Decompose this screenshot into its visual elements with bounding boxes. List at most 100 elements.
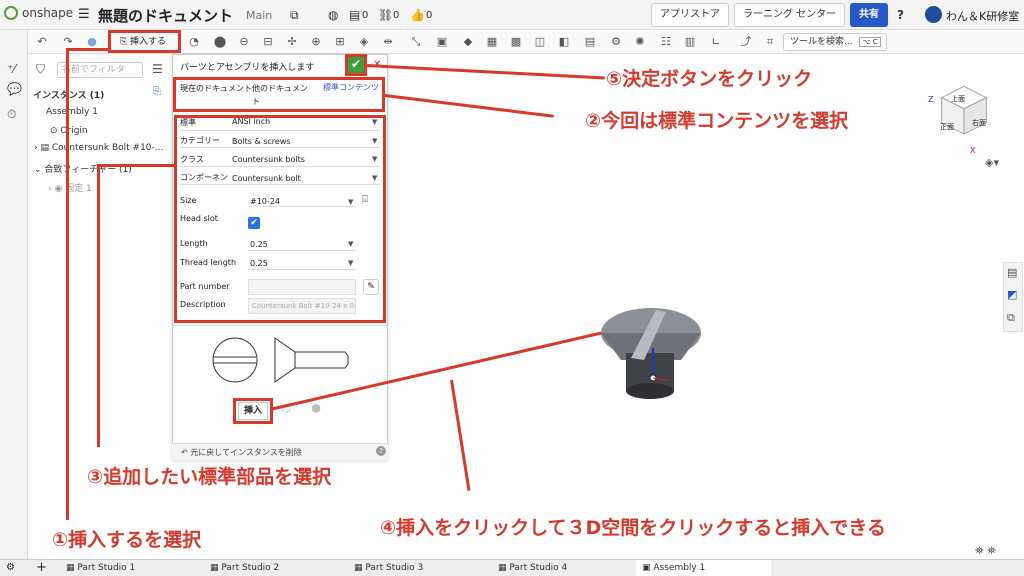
insert-multiple-icon[interactable]: ⬢ (307, 402, 325, 420)
like-icon[interactable]: 👍 (410, 8, 425, 22)
likes-count: 0 (426, 10, 433, 21)
add-tab-icon[interactable]: + (36, 560, 47, 575)
planar-icon[interactable]: ✢ (284, 34, 300, 50)
menu-icon[interactable]: ☰ (78, 7, 90, 22)
tool-search-text: ツールを検索... (790, 37, 853, 47)
callout-line-3b (97, 164, 175, 167)
document-title[interactable]: 無題のドキュメント (98, 5, 233, 26)
render-mode-icon[interactable]: ⛯ ⛯ (975, 544, 996, 558)
help-icon[interactable]: ? (376, 446, 386, 456)
linear-icon[interactable]: ∟ (708, 34, 724, 50)
divider (173, 325, 387, 326)
mate-icon[interactable]: ◔ (186, 34, 202, 50)
axis-x-label: X (970, 146, 976, 155)
callout-box-insert-part (233, 398, 273, 424)
mate-connector-icon[interactable]: ◆ (460, 34, 476, 50)
ball-icon[interactable]: ◈ (356, 34, 372, 50)
properties-icon[interactable]: ▤ (1007, 266, 1017, 279)
filter-icon[interactable]: ⛉ (36, 62, 45, 77)
fixed-label: 固定 1 (65, 184, 92, 194)
tab-part-studio-1[interactable]: ▦ Part Studio 1 (66, 563, 135, 573)
section-icon[interactable]: ◧ (556, 34, 572, 50)
tab-label: Part Studio 4 (509, 563, 568, 573)
gear-relation-icon[interactable]: ✺ (632, 34, 648, 50)
parallel-icon[interactable]: ⇹ (380, 34, 396, 50)
filter-input[interactable]: 名前でフィルタ (57, 62, 143, 78)
tab-part-studio-2[interactable]: ▦ Part Studio 2 (210, 563, 279, 573)
callout-3: ③追加したい標準部品を選択 (87, 466, 332, 488)
insert-instance-icon[interactable]: ⎘ (153, 86, 161, 97)
help-icon[interactable]: ? (897, 8, 904, 22)
view-options-icon[interactable]: ◈▾ (985, 156, 999, 169)
copy-icon[interactable]: ⧉ (290, 8, 299, 23)
share-button[interactable]: 共有 (850, 3, 888, 27)
explode-icon[interactable]: ◫ (532, 34, 548, 50)
top-bar: onshape ☰ 無題のドキュメント Main ⧉ ◍ ▤ 0 ⛓ 0 👍 0… (0, 0, 1024, 30)
globe-icon[interactable]: ◍ (328, 8, 338, 22)
gear-icon[interactable]: ⚙ (608, 34, 624, 50)
callout-box-insert (108, 30, 181, 53)
tab-label: Part Studio 2 (221, 563, 280, 573)
list-icon[interactable]: ☰ (152, 62, 163, 76)
settings-icon[interactable]: ⚙ (6, 562, 15, 573)
callout-line-3 (97, 164, 100, 447)
tab-bar: ⚙ + ▦ Part Studio 1 ▦ Part Studio 2 ▦ Pa… (0, 559, 1024, 576)
measure-icon[interactable]: ▤ (582, 34, 598, 50)
tab-part-studio-3[interactable]: ▦ Part Studio 3 (354, 563, 423, 573)
snap-icon[interactable]: ⤴ (738, 34, 754, 50)
versions-count: 0 (362, 10, 369, 21)
revolute-icon[interactable]: ⊖ (236, 34, 252, 50)
slider-icon[interactable]: ⊟ (260, 34, 276, 50)
callout-line-1 (66, 48, 69, 520)
app-store-button[interactable]: アプリストア (651, 3, 729, 27)
replicate-icon[interactable]: ▦ (484, 34, 500, 50)
group-icon[interactable]: ▣ (434, 34, 450, 50)
undo-instance-link[interactable]: ↶ 元に戻してインスタンスを削除 (181, 447, 302, 458)
appearance-icon[interactable]: ◩ (1007, 288, 1017, 301)
fasten-icon[interactable]: ⬤ (212, 34, 228, 50)
tab-label: Part Studio 3 (365, 563, 424, 573)
learning-center-button[interactable]: ラーニング センター (734, 3, 846, 27)
link-icon[interactable]: ⛓ (378, 8, 393, 22)
callout-2: ②今回は標準コンテンツを選択 (585, 110, 849, 132)
view-front-label[interactable]: 正面 (940, 122, 954, 132)
bolt-3d-model[interactable] (596, 298, 706, 408)
cylindrical-icon[interactable]: ⊕ (308, 34, 324, 50)
onshape-logo-icon (4, 6, 18, 20)
callout-box-tabs (173, 77, 385, 112)
screw-icon[interactable]: ▥ (682, 34, 698, 50)
callout-line-4b (450, 379, 471, 491)
view-right-label[interactable]: 右面 (972, 118, 986, 128)
view-top-label[interactable]: 上面 (951, 94, 965, 104)
undo-instance-label: 元に戻してインスタンスを削除 (190, 448, 302, 457)
avatar[interactable] (925, 6, 942, 23)
origin-label: Origin (60, 126, 88, 136)
comment-icon[interactable]: 💬 (7, 82, 22, 96)
tangent-icon[interactable]: ⤡ (408, 34, 424, 50)
versions-icon[interactable]: ▤ (349, 8, 360, 22)
tool-search-input[interactable]: ツールを検索... ⌥ C (783, 33, 887, 51)
tab-part-studio-4[interactable]: ▦ Part Studio 4 (498, 563, 567, 573)
side-strip: ⁺⁄ 💬 ⏱ (0, 30, 28, 560)
bolt-item[interactable]: › ▤ Countersunk Bolt #10-... (34, 143, 163, 153)
history-icon[interactable]: ⏱ (7, 107, 16, 122)
assembly-item[interactable]: Assembly 1 (46, 107, 98, 117)
app-window: onshape ☰ 無題のドキュメント Main ⧉ ◍ ▤ 0 ⛓ 0 👍 0… (0, 0, 1024, 576)
callout-line-5 (366, 64, 605, 80)
user-name[interactable]: わん＆K研修室 (946, 8, 1019, 24)
rack-icon[interactable]: ☷ (658, 34, 674, 50)
tab-assembly-1[interactable]: ▣ Assembly 1 (636, 560, 771, 576)
callout-5: ⑤決定ボタンをクリック (606, 68, 813, 90)
fixed-item[interactable]: › ◉ 固定 1 (48, 181, 92, 194)
undo-icon[interactable]: ↶ (34, 34, 50, 50)
bom-icon[interactable]: ⧉ (1007, 311, 1015, 325)
callout-4: ④挿入をクリックして３D空間をクリックすると挿入できる (380, 517, 886, 539)
tab-label: Part Studio 1 (77, 563, 136, 573)
pin-slot-icon[interactable]: ⊞ (332, 34, 348, 50)
simulation-icon[interactable]: ⌗ (762, 34, 778, 50)
view-cube[interactable] (922, 68, 992, 158)
onshape-logo[interactable]: onshape (4, 6, 73, 20)
pattern-icon[interactable]: ▩ (508, 34, 524, 50)
workspace-label[interactable]: Main (246, 9, 272, 22)
variable-icon[interactable]: ⁺⁄ (7, 62, 15, 76)
